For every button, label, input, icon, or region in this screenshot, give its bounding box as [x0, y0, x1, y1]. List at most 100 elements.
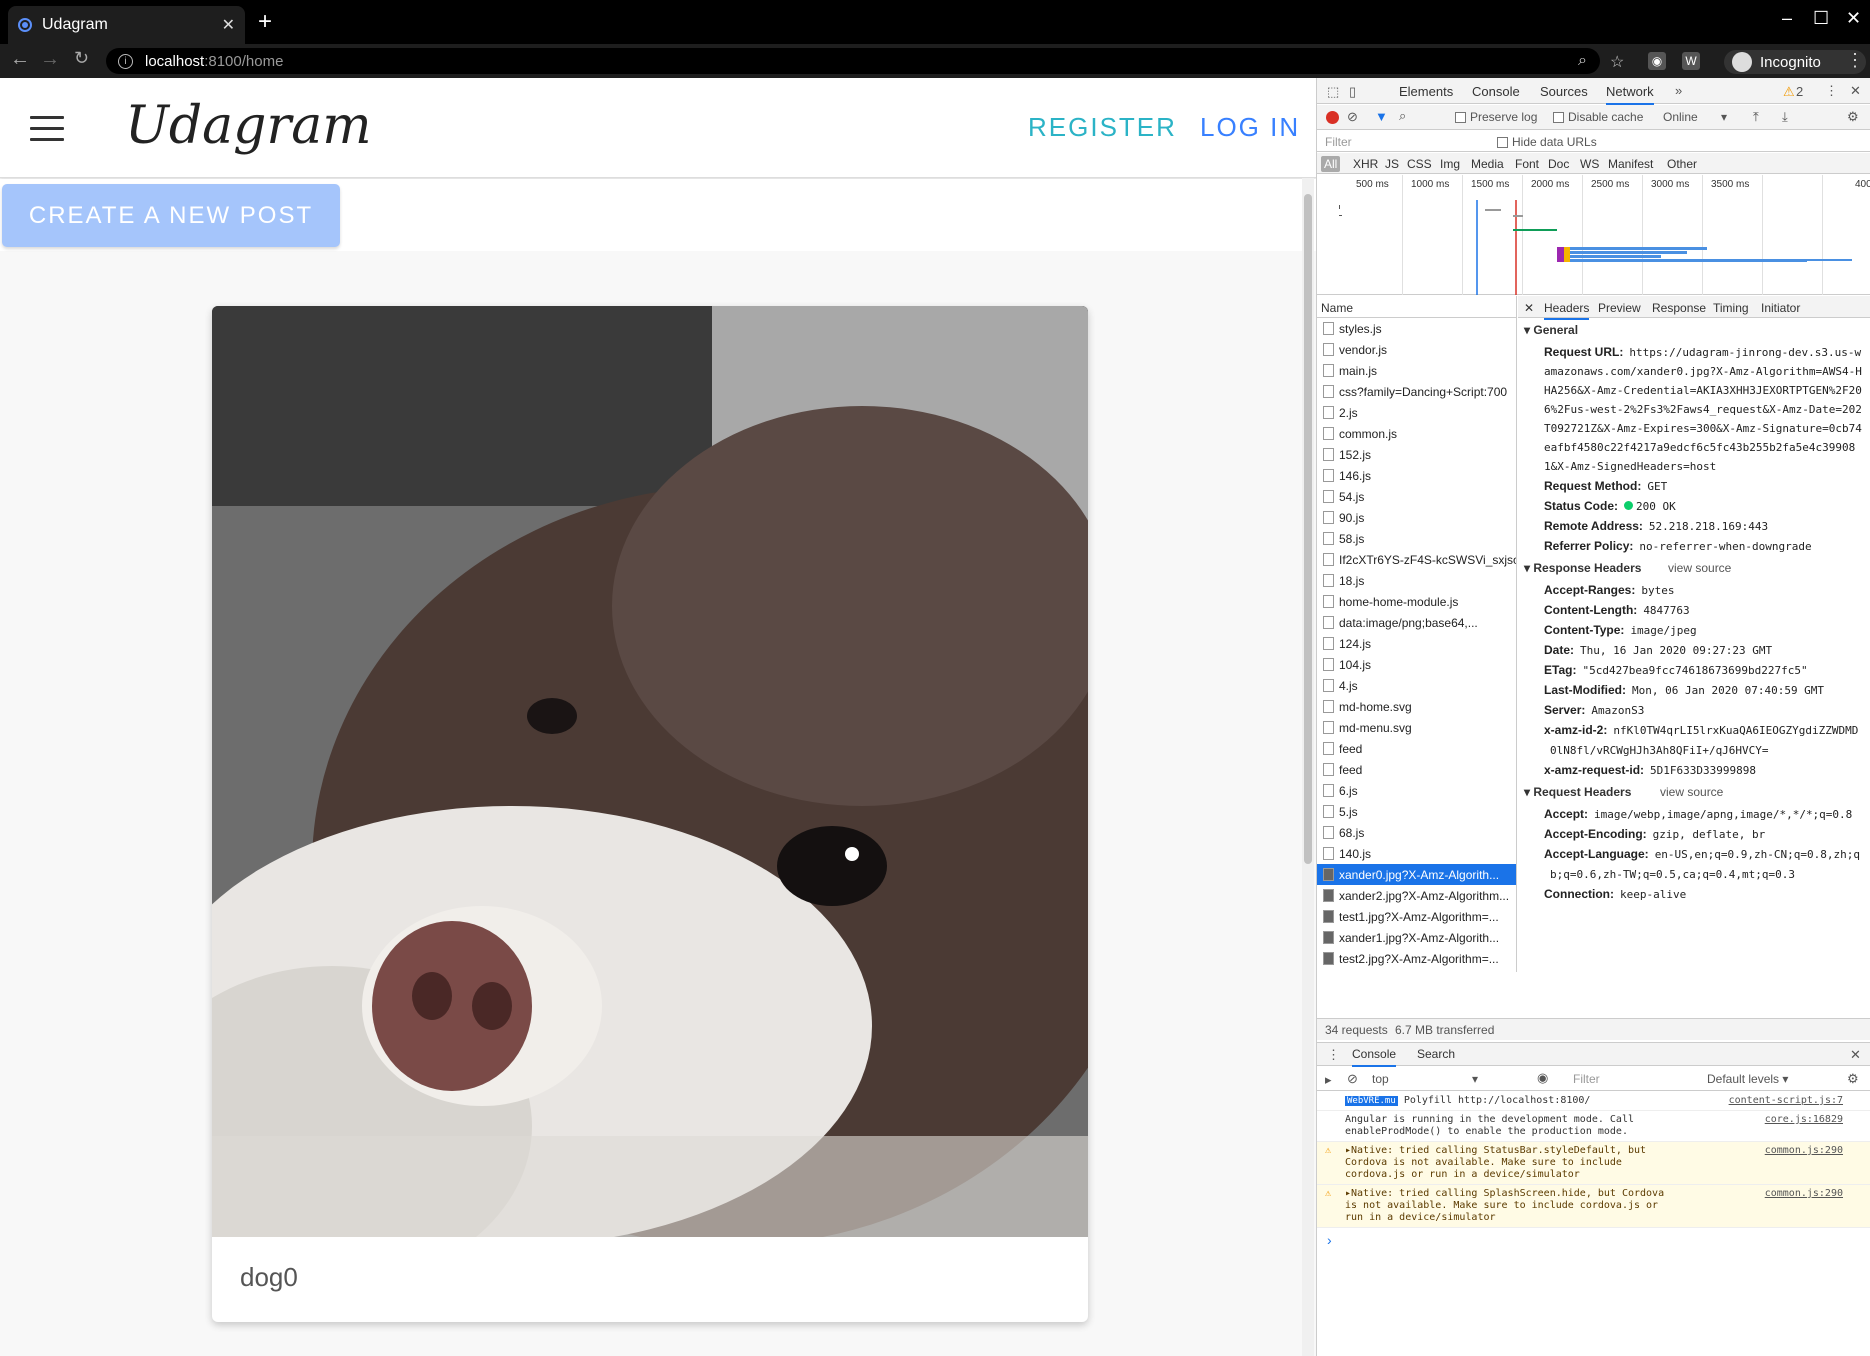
request-row[interactable]: 2.js: [1317, 402, 1516, 423]
minimize-icon[interactable]: –: [1782, 8, 1792, 29]
log-levels-select[interactable]: Default levels ▾: [1707, 1072, 1788, 1086]
request-row[interactable]: 90.js: [1317, 507, 1516, 528]
extension-w-icon[interactable]: W: [1682, 52, 1700, 70]
request-row[interactable]: xander0.jpg?X-Amz-Algorith...: [1317, 864, 1516, 885]
request-row[interactable]: test2.jpg?X-Amz-Algorithm=...: [1317, 948, 1516, 969]
request-row[interactable]: 4.js: [1317, 675, 1516, 696]
request-row[interactable]: 152.js: [1317, 444, 1516, 465]
hide-data-urls-checkbox[interactable]: Hide data URLs: [1497, 135, 1597, 149]
request-row[interactable]: xander1.jpg?X-Amz-Algorith...: [1317, 927, 1516, 948]
record-icon[interactable]: [1326, 111, 1339, 124]
request-row[interactable]: 146.js: [1317, 465, 1516, 486]
search-icon[interactable]: ⌕: [1399, 108, 1406, 124]
type-js[interactable]: JS: [1385, 157, 1399, 171]
scrollbar-thumb[interactable]: [1304, 194, 1312, 864]
tab-elements[interactable]: Elements: [1399, 84, 1453, 99]
type-xhr[interactable]: XHR: [1353, 157, 1378, 171]
request-row[interactable]: feed: [1317, 738, 1516, 759]
request-row[interactable]: 6.js: [1317, 780, 1516, 801]
login-button[interactable]: LOG IN: [1200, 112, 1300, 143]
request-row[interactable]: 5.js: [1317, 801, 1516, 822]
throttle-select[interactable]: Online ▾: [1663, 110, 1727, 124]
address-bar[interactable]: i localhost :8100/home: [106, 48, 1600, 74]
request-row[interactable]: common.js: [1317, 423, 1516, 444]
preserve-log-checkbox[interactable]: Preserve log: [1455, 110, 1537, 124]
browser-tab[interactable]: Udagram ✕: [8, 6, 245, 44]
clear-icon[interactable]: ⊘: [1347, 109, 1358, 125]
message-source-link[interactable]: common.js:290: [1765, 1145, 1843, 1157]
import-har-icon[interactable]: ⤒: [1753, 109, 1759, 125]
network-overview[interactable]: 500 ms 1000 ms 1500 ms 2000 ms 2500 ms 3…: [1317, 175, 1870, 295]
page-scrollbar[interactable]: [1302, 178, 1314, 1356]
type-other[interactable]: Other: [1667, 157, 1697, 171]
request-row[interactable]: 58.js: [1317, 528, 1516, 549]
console-settings-icon[interactable]: ⚙: [1847, 1071, 1859, 1087]
request-headers-section[interactable]: ▾ Request Headers view source: [1518, 780, 1870, 804]
type-doc[interactable]: Doc: [1548, 157, 1569, 171]
request-row[interactable]: css?family=Dancing+Script:700: [1317, 381, 1516, 402]
tab-initiator[interactable]: Initiator: [1761, 301, 1800, 315]
request-row[interactable]: feed: [1317, 759, 1516, 780]
tab-preview[interactable]: Preview: [1598, 301, 1641, 315]
sidebar-toggle-icon[interactable]: ▸: [1325, 1072, 1332, 1088]
request-row[interactable]: 54.js: [1317, 486, 1516, 507]
request-row[interactable]: test1.jpg?X-Amz-Algorithm=...: [1317, 906, 1516, 927]
incognito-badge[interactable]: Incognito: [1724, 50, 1866, 74]
menu-icon[interactable]: [30, 116, 64, 149]
message-source-link[interactable]: common.js:290: [1765, 1188, 1843, 1200]
request-row[interactable]: xander2.jpg?X-Amz-Algorithm...: [1317, 885, 1516, 906]
name-column-header[interactable]: Name: [1317, 296, 1516, 318]
extension-icon[interactable]: ◉: [1648, 52, 1666, 70]
message-source-link[interactable]: core.js:16829: [1765, 1114, 1843, 1126]
request-row[interactable]: md-menu.svg: [1317, 717, 1516, 738]
devtools-menu-icon[interactable]: ⋮: [1825, 83, 1838, 99]
close-detail-icon[interactable]: ✕: [1524, 301, 1534, 315]
more-tabs-icon[interactable]: »: [1675, 83, 1682, 98]
live-expression-eye-icon[interactable]: ◉: [1537, 1070, 1548, 1086]
site-info-icon[interactable]: i: [118, 53, 133, 69]
drawer-tab-search[interactable]: Search: [1417, 1047, 1455, 1061]
register-button[interactable]: REGISTER: [1028, 112, 1177, 143]
request-row[interactable]: styles.js: [1317, 318, 1516, 339]
settings-gear-icon[interactable]: ⚙: [1847, 109, 1859, 125]
request-row[interactable]: 124.js: [1317, 633, 1516, 654]
general-section[interactable]: ▾ General: [1518, 318, 1870, 342]
maximize-icon[interactable]: ☐: [1813, 8, 1829, 29]
type-ws[interactable]: WS: [1580, 157, 1599, 171]
request-row[interactable]: main.js: [1317, 360, 1516, 381]
warning-icon[interactable]: ⚠: [1783, 84, 1795, 100]
request-row[interactable]: vendor.js: [1317, 339, 1516, 360]
request-row[interactable]: 68.js: [1317, 822, 1516, 843]
zoom-icon[interactable]: ⌕: [1578, 52, 1587, 70]
response-headers-section[interactable]: ▾ Response Headers view source: [1518, 556, 1870, 580]
window-close-icon[interactable]: ✕: [1846, 8, 1861, 29]
close-tab-icon[interactable]: ✕: [222, 15, 235, 35]
type-media[interactable]: Media: [1471, 157, 1504, 171]
drawer-tab-console[interactable]: Console: [1352, 1047, 1397, 1067]
request-row[interactable]: 18.js: [1317, 570, 1516, 591]
type-font[interactable]: Font: [1515, 157, 1539, 171]
bookmark-star-icon[interactable]: ☆: [1610, 52, 1624, 72]
tab-console[interactable]: Console: [1472, 84, 1520, 99]
forward-icon[interactable]: →: [40, 48, 60, 71]
filter-icon[interactable]: ▼: [1375, 109, 1388, 124]
back-icon[interactable]: ←: [10, 48, 30, 71]
create-post-button[interactable]: CREATE A NEW POST: [2, 184, 340, 247]
console-filter-input[interactable]: Filter: [1573, 1072, 1600, 1086]
view-source-link[interactable]: view source: [1668, 561, 1731, 575]
type-img[interactable]: Img: [1440, 157, 1460, 171]
message-source-link[interactable]: content-script.js:7: [1729, 1095, 1843, 1107]
view-source-link[interactable]: view source: [1660, 785, 1723, 799]
new-tab-icon[interactable]: +: [258, 8, 272, 36]
context-select[interactable]: top ▾: [1372, 1072, 1478, 1086]
request-row[interactable]: home-home-module.js: [1317, 591, 1516, 612]
filter-input[interactable]: Filter: [1325, 135, 1352, 149]
export-har-icon[interactable]: ⤓: [1782, 109, 1788, 125]
console-clear-icon[interactable]: ⊘: [1347, 1071, 1358, 1087]
devtools-close-icon[interactable]: ✕: [1850, 83, 1861, 99]
request-row[interactable]: md-home.svg: [1317, 696, 1516, 717]
request-row[interactable]: If2cXTr6YS-zF4S-kcSWSVi_sxjsohD9F50Ruu7B…: [1317, 549, 1516, 570]
type-manifest[interactable]: Manifest: [1608, 157, 1653, 171]
drawer-menu-icon[interactable]: ⋮: [1327, 1047, 1340, 1063]
drawer-close-icon[interactable]: ✕: [1850, 1047, 1861, 1063]
